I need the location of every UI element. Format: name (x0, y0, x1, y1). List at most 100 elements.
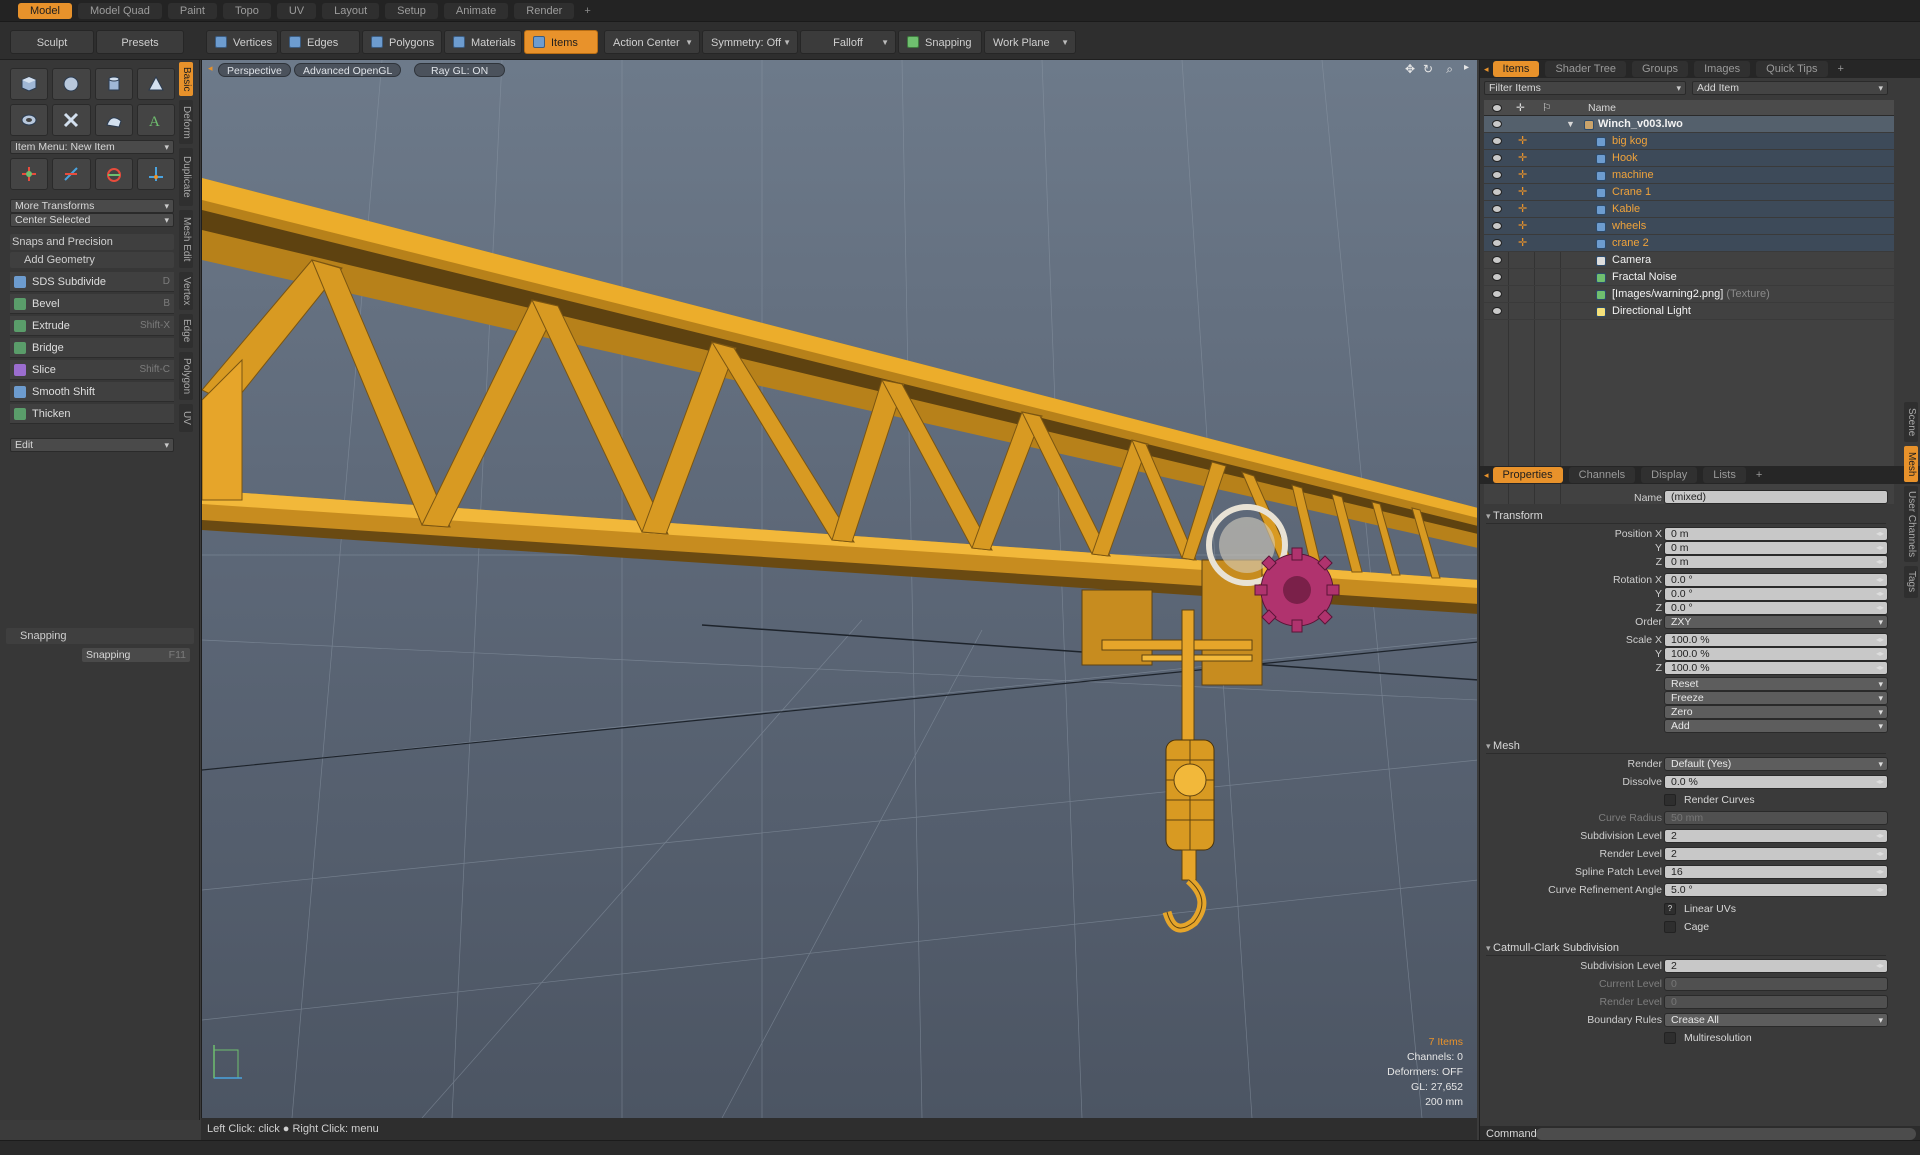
item-row-mesh[interactable]: ✛ big kog (1484, 133, 1894, 150)
side-tab-deform[interactable]: Deform (179, 100, 193, 144)
scene-render[interactable] (202, 60, 1477, 1118)
raygl-toggle[interactable]: Ray GL: ON (414, 63, 506, 77)
thicken-tool[interactable]: Thicken (10, 404, 174, 424)
item-row-mesh[interactable]: ✛ Crane 1 (1484, 184, 1894, 201)
tab-groups[interactable]: Groups (1631, 61, 1689, 77)
move-tool[interactable] (10, 158, 49, 190)
visibility-icon[interactable] (1492, 120, 1502, 128)
reset-dropdown[interactable]: Reset (1664, 677, 1888, 691)
pin-icon[interactable]: ✛ (1518, 201, 1527, 218)
tab-items[interactable]: Items (1492, 61, 1540, 77)
edges-mode-button[interactable]: Edges (280, 30, 360, 54)
sds-subdivide-tool[interactable]: SDS Subdivide D (10, 272, 174, 292)
polygons-mode-button[interactable]: Polygons (362, 30, 442, 54)
spline-patch-field[interactable]: 16 (1664, 865, 1888, 879)
tab-lists[interactable]: Lists (1703, 467, 1746, 483)
side-tab-user-channels[interactable]: User Channels (1904, 486, 1918, 562)
tab-images[interactable]: Images (1694, 61, 1751, 77)
falloff-dropdown[interactable]: Falloff ▼ (800, 30, 896, 54)
tab-setup[interactable]: Setup (385, 2, 438, 19)
side-tab-uv[interactable]: UV (179, 404, 193, 432)
visibility-icon[interactable] (1492, 307, 1502, 315)
mesh-section[interactable]: Mesh (1486, 738, 1886, 754)
cylinder-tool[interactable] (94, 68, 133, 100)
snaps-precision-header[interactable]: Snaps and Precision (10, 234, 174, 250)
tab-animate[interactable]: Animate (443, 2, 509, 19)
more-transforms-dropdown[interactable]: More Transforms (10, 199, 174, 213)
snapping-button[interactable]: Snapping F11 (82, 648, 190, 662)
item-menu-dropdown[interactable]: Item Menu: New Item (10, 140, 174, 154)
position-x-field[interactable]: 0 m (1664, 527, 1888, 541)
tab-model[interactable]: Model (18, 2, 72, 19)
item-row-mesh[interactable]: ✛ crane 2 (1484, 235, 1894, 252)
torus-tool[interactable] (10, 104, 49, 136)
presets-button[interactable]: Presets (96, 30, 184, 54)
boundary-rules-dropdown[interactable]: Crease All (1664, 1013, 1888, 1027)
edit-dropdown[interactable]: Edit (10, 438, 174, 452)
catmull-clark-section[interactable]: Catmull-Clark Subdivision (1486, 940, 1886, 956)
side-tab-edge[interactable]: Edge (179, 314, 193, 348)
bevel-tool[interactable]: Bevel B (10, 294, 174, 314)
cage-checkbox[interactable] (1664, 921, 1676, 933)
tab-paint[interactable]: Paint (167, 2, 217, 19)
transform-tool[interactable] (52, 104, 91, 136)
slice-tool[interactable]: Slice Shift-C (10, 360, 174, 380)
tab-quick-tips[interactable]: Quick Tips (1756, 61, 1828, 77)
item-row-mesh[interactable]: ✛ wheels (1484, 218, 1894, 235)
rotate-tool[interactable] (52, 158, 91, 190)
scale-z-field[interactable]: 100.0 % (1664, 661, 1888, 675)
add-geometry-header[interactable]: Add Geometry (10, 252, 174, 268)
tab-display[interactable]: Display (1641, 467, 1698, 483)
panel-menu-icon[interactable]: ◂ (1484, 470, 1489, 481)
filter-items-dropdown[interactable]: Filter Items (1484, 81, 1686, 95)
vertices-mode-button[interactable]: Vertices (206, 30, 278, 54)
work-plane-dropdown[interactable]: Work Plane ▼ (984, 30, 1076, 54)
expand-icon[interactable]: ▼ (1566, 116, 1575, 133)
zoom-icon[interactable]: ⌕ (1446, 62, 1453, 77)
tab-channels[interactable]: Channels (1568, 467, 1636, 483)
center-selected-dropdown[interactable]: Center Selected (10, 213, 174, 227)
item-row-mesh[interactable]: ✛ Hook (1484, 150, 1894, 167)
panel-menu-icon[interactable]: ◂ (1484, 64, 1489, 75)
pin-icon[interactable]: ✛ (1518, 184, 1527, 201)
side-tab-mesh[interactable]: Mesh (1904, 446, 1918, 482)
tab-shader-tree[interactable]: Shader Tree (1545, 61, 1626, 77)
render-level-field[interactable]: 2 (1664, 847, 1888, 861)
scale-tool[interactable] (94, 158, 133, 190)
linear-uvs-checkbox[interactable]: ? (1664, 903, 1676, 915)
tab-render[interactable]: Render (514, 2, 575, 19)
bridge-tool[interactable]: Bridge (10, 338, 174, 358)
lock-column-icon[interactable]: ✛ (1516, 100, 1525, 116)
snapping-toggle[interactable]: Snapping (898, 30, 982, 54)
item-row-light[interactable]: Directional Light (1484, 303, 1894, 320)
tab-model-quad[interactable]: Model Quad (77, 2, 162, 19)
side-tab-polygon[interactable]: Polygon (179, 352, 193, 400)
visibility-icon[interactable] (1492, 137, 1502, 145)
view-type-button[interactable]: Perspective (218, 63, 291, 77)
snapping-section-header[interactable]: Snapping (6, 628, 194, 644)
pin-icon[interactable]: ✛ (1518, 133, 1527, 150)
rotation-x-field[interactable]: 0.0 ° (1664, 573, 1888, 587)
add-dropdown[interactable]: Add (1664, 719, 1888, 733)
visibility-icon[interactable] (1492, 154, 1502, 162)
freeze-dropdown[interactable]: Freeze (1664, 691, 1888, 705)
add-tab-button[interactable]: + (580, 3, 594, 19)
tab-uv[interactable]: UV (276, 2, 317, 19)
position-y-field[interactable]: 0 m (1664, 541, 1888, 555)
item-row-mesh[interactable]: ✛ machine (1484, 167, 1894, 184)
viewport-menu-icon[interactable]: ◂ (208, 63, 213, 74)
visibility-icon[interactable] (1492, 290, 1502, 298)
render-mode-button[interactable]: Advanced OpenGL (294, 63, 402, 77)
item-row-mesh[interactable]: ✛ Kable (1484, 201, 1894, 218)
side-tab-duplicate[interactable]: Duplicate (179, 148, 193, 206)
pin-icon[interactable]: ✛ (1518, 150, 1527, 167)
winch-machine[interactable] (1081, 504, 1340, 686)
sculpt-button[interactable]: Sculpt (10, 30, 94, 54)
visibility-icon[interactable] (1492, 188, 1502, 196)
render-curves-checkbox[interactable] (1664, 794, 1676, 806)
command-input[interactable] (1536, 1128, 1916, 1140)
text-tool[interactable]: A (136, 104, 175, 136)
pin-icon[interactable]: ✛ (1518, 218, 1527, 235)
add-item-dropdown[interactable]: Add Item (1692, 81, 1888, 95)
sphere-tool[interactable] (52, 68, 91, 100)
